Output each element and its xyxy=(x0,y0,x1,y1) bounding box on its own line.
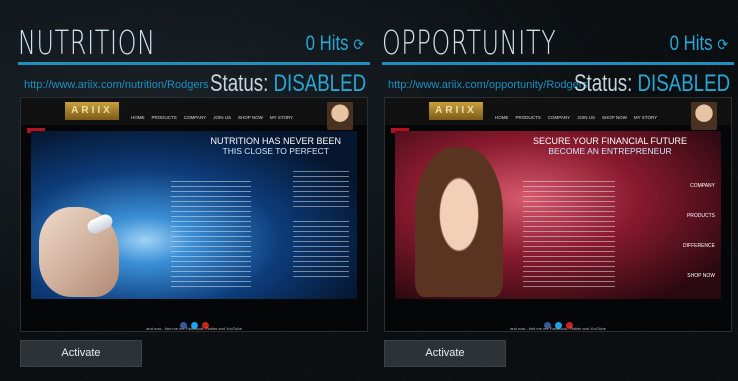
nav-item: PRODUCTS xyxy=(151,115,177,120)
hits-counter: 0 Hits ⟳ xyxy=(306,32,364,56)
nav-item: SHOP NOW xyxy=(237,115,263,120)
divider-rule xyxy=(382,62,734,65)
side-item-company[interactable]: COMPANY xyxy=(659,171,715,201)
side-item-products[interactable]: PRODUCTS xyxy=(659,201,715,231)
subheadline-text: THIS CLOSE TO PERFECT xyxy=(222,146,329,156)
nav-item: SHOP NOW xyxy=(601,115,627,120)
status-indicator: Status: DISABLED xyxy=(210,70,366,98)
hero-headline: NUTRITION HAS NEVER BEEN THIS CLOSE TO P… xyxy=(210,136,341,156)
hero-image: NUTRITION HAS NEVER BEEN THIS CLOSE TO P… xyxy=(31,131,357,299)
profile-photo xyxy=(327,102,353,130)
activate-button[interactable]: Activate xyxy=(20,340,142,367)
hits-label: 0 Hits xyxy=(669,32,713,55)
hits-label: 0 Hits xyxy=(305,32,349,55)
subheadline-text: BECOME AN ENTREPRENEUR xyxy=(548,146,672,156)
side-promo xyxy=(293,221,349,281)
side-item-difference[interactable]: DIFFERENCE xyxy=(659,231,715,261)
site-preview[interactable]: ARIIX HOME PRODUCTS COMPANY JOIN US SHOP… xyxy=(20,97,368,332)
opportunity-panel: OPPORTUNITY 0 Hits ⟳ http://www.ariix.com… xyxy=(382,0,734,381)
body-text-block xyxy=(523,181,615,291)
nutrition-panel: NUTRITION 0 Hits ⟳ http://www.ariix.com/n… xyxy=(18,0,370,381)
body-text-block xyxy=(171,181,251,291)
nav-item: MY STORY xyxy=(633,115,658,120)
nav-item: JOIN US xyxy=(213,115,231,120)
site-url[interactable]: http://www.ariix.com/opportunity/Rodgers xyxy=(388,79,588,91)
status-label: Status: xyxy=(209,70,269,97)
status-value: DISABLED xyxy=(637,70,730,97)
profile-photo xyxy=(691,102,717,130)
footer-links[interactable]: and now - find me on: Facebook, Twitter … xyxy=(385,326,731,331)
side-menu: COMPANY PRODUCTS DIFFERENCE SHOP NOW xyxy=(659,171,715,291)
hero-image: SECURE YOUR FINANCIAL FUTURE BECOME AN E… xyxy=(395,131,721,299)
site-logo: ARIIX xyxy=(65,102,119,120)
panel-title: OPPORTUNITY xyxy=(382,23,557,62)
panel-title: NUTRITION xyxy=(18,23,156,62)
hits-counter: 0 Hits ⟳ xyxy=(670,32,728,56)
hero-headline: SECURE YOUR FINANCIAL FUTURE BECOME AN E… xyxy=(533,136,687,156)
status-label: Status: xyxy=(573,70,633,97)
activate-button[interactable]: Activate xyxy=(384,340,506,367)
side-promo xyxy=(293,171,349,211)
nav-item: COMPANY xyxy=(183,115,207,120)
nav-item: HOME xyxy=(131,115,145,120)
site-url[interactable]: http://www.ariix.com/nutrition/Rodgers xyxy=(24,79,209,91)
site-logo: ARIIX xyxy=(429,102,483,120)
divider-rule xyxy=(18,62,370,65)
site-nav: HOME PRODUCTS COMPANY JOIN US SHOP NOW M… xyxy=(131,115,297,120)
headline-text: NUTRITION HAS NEVER BEEN xyxy=(210,136,341,146)
nav-item: PRODUCTS xyxy=(515,115,541,120)
headline-text: SECURE YOUR FINANCIAL FUTURE xyxy=(532,136,687,146)
woman-portrait xyxy=(415,147,503,297)
side-item-shop-now[interactable]: SHOP NOW xyxy=(659,261,715,291)
nav-item: MY STORY xyxy=(269,115,294,120)
site-nav: HOME PRODUCTS COMPANY JOIN US SHOP NOW M… xyxy=(495,115,661,120)
footer-links[interactable]: and now - find me on: Facebook, Twitter … xyxy=(21,326,367,331)
status-indicator: Status: DISABLED xyxy=(574,70,730,98)
site-preview[interactable]: ARIIX HOME PRODUCTS COMPANY JOIN US SHOP… xyxy=(384,97,732,332)
refresh-icon[interactable]: ⟳ xyxy=(353,35,364,55)
nav-item: COMPANY xyxy=(547,115,571,120)
refresh-icon[interactable]: ⟳ xyxy=(717,35,728,55)
status-value: DISABLED xyxy=(273,70,366,97)
nav-item: HOME xyxy=(495,115,509,120)
nav-item: JOIN US xyxy=(577,115,595,120)
